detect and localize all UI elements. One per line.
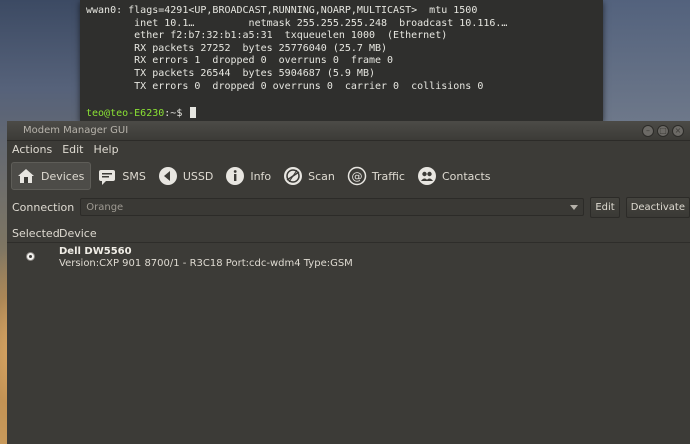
devices-list-header: Selected Device (7, 225, 690, 243)
terminal-line: wwan0: flags=4291<UP,BROADCAST,RUNNING,N… (86, 5, 478, 16)
chevron-down-icon (570, 204, 579, 210)
terminal-line: RX errors 1 dropped 0 overruns 0 frame 0 (86, 55, 394, 67)
tool-label: Traffic (371, 169, 405, 183)
tool-label: USSD (182, 169, 214, 183)
window-titlebar[interactable]: Modem Manager GUI – □ × (7, 121, 690, 141)
contacts-icon (417, 166, 437, 186)
window-controls: – □ × (642, 125, 684, 137)
tool-scan[interactable]: Scan (279, 163, 341, 189)
text-cursor (190, 107, 197, 118)
tool-ussd[interactable]: USSD (154, 163, 220, 189)
terminal-window[interactable]: wwan0: flags=4291<UP,BROADCAST,RUNNING,N… (80, 0, 603, 121)
column-device[interactable]: Device (59, 227, 97, 240)
device-row[interactable]: Dell DW5560 Version:CXP 901 8700/1 - R3C… (7, 244, 690, 272)
edit-button[interactable]: Edit (590, 196, 620, 218)
menu-actions[interactable]: Actions (7, 141, 57, 159)
terminal-line: TX packets 26544 bytes 5904687 (5.9 MB) (86, 67, 375, 79)
terminal-line: inet 10.1… netmask 255.255.255.248 broad… (86, 17, 508, 29)
tool-info[interactable]: Info (221, 163, 277, 189)
menu-help[interactable]: Help (89, 141, 124, 159)
window-title: Modem Manager GUI (23, 125, 129, 136)
tool-traffic[interactable]: @ Traffic (343, 163, 411, 189)
menu-edit[interactable]: Edit (57, 141, 88, 159)
tool-label: SMS (122, 169, 146, 183)
prompt-user: teo@teo-E6230 (86, 108, 165, 119)
terminal-line: ether f2:b7:32:b1:a5:31 txqueuelen 1000 … (86, 30, 448, 42)
tool-sms[interactable]: SMS (93, 163, 151, 189)
deactivate-button[interactable]: Deactivate (625, 196, 690, 218)
menubar: Actions Edit Help (7, 141, 690, 159)
info-icon (225, 166, 245, 186)
connection-label: Connection (12, 200, 75, 214)
device-details: Version:CXP 901 8700/1 - R3C18 Port:cdc-… (59, 258, 353, 269)
terminal-line: TX errors 0 dropped 0 overruns 0 carrier… (86, 80, 484, 92)
tool-label: Scan (308, 169, 335, 183)
tool-label: Contacts (441, 169, 491, 183)
tool-label: Devices (41, 169, 85, 183)
sms-icon (97, 166, 117, 186)
devices-icon (16, 166, 36, 186)
connection-select[interactable]: Orange (80, 198, 585, 216)
svg-text:@: @ (351, 170, 362, 183)
connection-row: Connection Orange Edit Deactivate (7, 196, 690, 218)
ussd-icon (158, 166, 178, 186)
device-name: Dell DW5560 (59, 246, 132, 257)
column-selected[interactable]: Selected (12, 227, 60, 240)
traffic-icon: @ (347, 166, 367, 186)
close-button[interactable]: × (672, 125, 684, 137)
connection-value: Orange (86, 201, 124, 213)
tool-label: Info (250, 169, 272, 183)
tool-devices[interactable]: Devices (11, 162, 92, 190)
maximize-button[interactable]: □ (657, 125, 669, 137)
terminal-line: RX packets 27252 bytes 25776040 (25.7 MB… (86, 42, 388, 54)
terminal-output: wwan0: flags=4291<UP,BROADCAST,RUNNING,N… (86, 5, 507, 93)
tool-contacts[interactable]: Contacts (413, 163, 497, 189)
scan-icon (283, 166, 303, 186)
terminal-prompt[interactable]: teo@teo-E6230:~$ (86, 107, 197, 119)
minimize-button[interactable]: – (642, 125, 654, 137)
devices-list: Selected Device Dell DW5560 Version:CXP … (7, 225, 690, 444)
modem-manager-window: Modem Manager GUI – □ × Actions Edit Hel… (7, 121, 690, 444)
prompt-path: :~$ (164, 108, 183, 119)
main-toolbar: Devices SMS USSD Info Scan @ Traffic Con… (7, 161, 690, 191)
device-selected-radio[interactable] (26, 252, 35, 261)
